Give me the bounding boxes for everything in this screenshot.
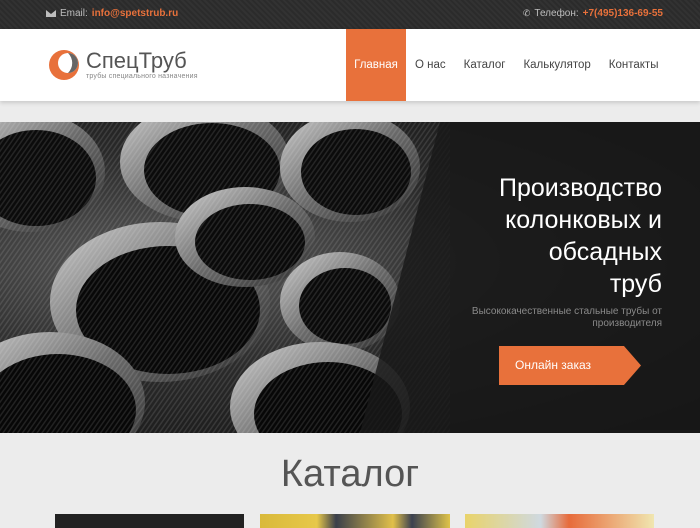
hero-title-line: обсадных bbox=[548, 238, 662, 266]
hero-title-line: труб bbox=[609, 270, 662, 298]
online-order-button[interactable]: Онлайн заказ bbox=[499, 346, 641, 385]
contact-email: Email: info@spetstrub.ru bbox=[46, 8, 178, 19]
catalog-card-image[interactable] bbox=[465, 514, 654, 528]
contact-phone: ✆ Телефон: +7(495)136-69-55 bbox=[523, 8, 663, 19]
nav-item-catalog[interactable]: Каталог bbox=[455, 29, 515, 101]
nav-item-contacts[interactable]: Контакты bbox=[600, 29, 668, 101]
hero-title: Производство колонковых и обсадных труб bbox=[382, 172, 662, 300]
logo-name: СпецТруб bbox=[86, 48, 187, 73]
nav-item-about[interactable]: О нас bbox=[406, 29, 455, 101]
logo-mark-icon bbox=[49, 50, 79, 80]
phone-label: Телефон: bbox=[534, 8, 579, 19]
phone-icon: ✆ bbox=[522, 8, 531, 18]
site-header: СпецТруб трубы специального назначения Г… bbox=[0, 29, 700, 101]
logo-tagline: трубы специального назначения bbox=[86, 73, 198, 80]
hero-subtitle: Высококачественные стальные трубы от про… bbox=[471, 306, 662, 329]
nav-item-home[interactable]: Главная bbox=[346, 29, 406, 101]
catalog-card-image[interactable] bbox=[55, 514, 244, 528]
email-link[interactable]: info@spetstrub.ru bbox=[92, 8, 178, 19]
catalog-card-image[interactable] bbox=[260, 514, 450, 528]
email-label: Email: bbox=[60, 8, 88, 19]
cta-label: Онлайн заказ bbox=[515, 358, 592, 372]
hero-title-line: колонковых и bbox=[505, 206, 662, 234]
hero-title-line: Производство bbox=[498, 174, 662, 202]
logo[interactable]: СпецТруб трубы специального назначения bbox=[48, 49, 198, 81]
phone-link[interactable]: +7(495)136-69-55 bbox=[583, 8, 663, 19]
catalog-heading: Каталог bbox=[280, 453, 420, 495]
hero-banner: Производство колонковых и обсадных труб … bbox=[0, 122, 700, 433]
main-nav: Главная О нас Каталог Калькулятор Контак… bbox=[346, 29, 667, 101]
envelope-icon bbox=[46, 10, 56, 17]
top-bar: Email: info@spetstrub.ru ✆ Телефон: +7(4… bbox=[0, 0, 700, 29]
nav-item-calculator[interactable]: Калькулятор bbox=[514, 29, 599, 101]
